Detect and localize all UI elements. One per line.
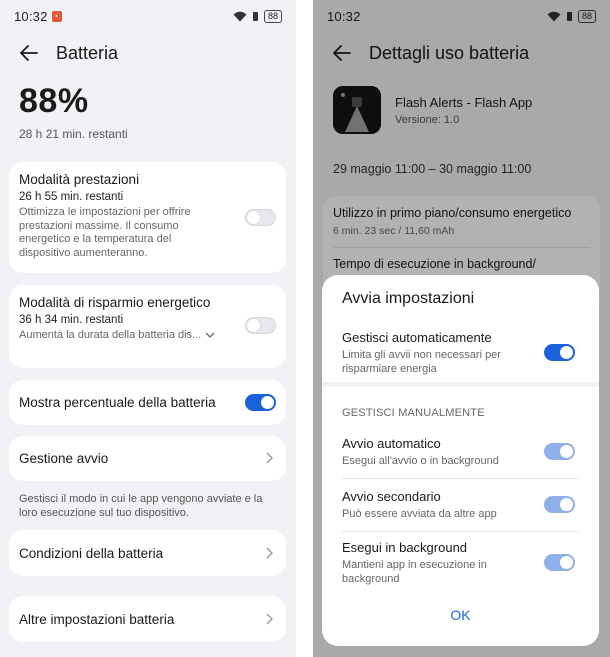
chevron-right-icon	[264, 450, 274, 466]
run-background-desc: Mantieni app in esecuzione in background	[342, 559, 487, 585]
more-battery-settings-card[interactable]: Altre impostazioni batteria	[9, 596, 286, 642]
battery-screen: 10:32 ▪ 88 Batteria 88% 28 h 21 min. res…	[0, 0, 296, 657]
power-saving-title: Modalità di risparmio energetico	[19, 295, 211, 310]
startup-management-card[interactable]: Gestione avvio	[9, 436, 286, 481]
manual-section-header: GESTISCI MANUALMENTE	[342, 407, 485, 419]
power-saving-card[interactable]: Modalità di risparmio energetico 36 h 34…	[9, 285, 286, 368]
remaining-time: 28 h 21 min. restanti	[19, 127, 128, 141]
battery-condition-title: Condizioni della batteria	[19, 546, 164, 561]
power-saving-desc: Aumenta la durata della batteria dis...	[19, 329, 202, 341]
status-bar: 10:32 ▪ 88	[0, 0, 296, 32]
secondary-start-title: Avvio secondario	[342, 489, 441, 504]
auto-manage-desc: Limita gli avvii non necessari per rispa…	[342, 349, 501, 375]
performance-mode-desc: Ottimizza le impostazioni per offrire pr…	[19, 206, 191, 259]
ok-button[interactable]: OK	[322, 607, 599, 623]
performance-mode-title: Modalità prestazioni	[19, 172, 140, 187]
chevron-right-icon	[264, 611, 274, 627]
secondary-start-toggle[interactable]	[544, 496, 575, 513]
startup-management-title: Gestione avvio	[19, 451, 109, 466]
performance-mode-card[interactable]: Modalità prestazioni 26 h 55 min. restan…	[9, 162, 286, 273]
chevron-down-icon[interactable]	[205, 332, 215, 339]
startup-settings-dialog: Avvia impostazioni Gestisci automaticame…	[322, 275, 599, 646]
battery-usage-details-screen: 10:32 88 Dettagli uso batteria Flash Ale…	[313, 0, 610, 657]
back-arrow-icon[interactable]	[18, 42, 40, 64]
wifi-icon	[233, 11, 247, 21]
performance-mode-toggle[interactable]	[245, 209, 276, 226]
run-background-toggle[interactable]	[544, 554, 575, 571]
power-saving-toggle[interactable]	[245, 317, 276, 334]
auto-manage-toggle[interactable]	[544, 344, 575, 361]
battery-indicator: 88	[263, 9, 282, 23]
chevron-right-icon	[264, 545, 274, 561]
secondary-start-desc: Può essere avviata da altre app	[342, 508, 497, 520]
battery-percent: 88%	[19, 82, 89, 120]
dialog-title: Avvia impostazioni	[342, 290, 475, 307]
notification-icon: ▪	[51, 10, 62, 22]
show-percentage-card[interactable]: Mostra percentuale della batteria	[9, 380, 286, 425]
battery-condition-card[interactable]: Condizioni della batteria	[9, 530, 286, 576]
autostart-title: Avvio automatico	[342, 436, 441, 451]
autostart-toggle[interactable]	[544, 443, 575, 460]
autostart-desc: Esegui all'avvio o in background	[342, 455, 499, 467]
signal-icon	[252, 11, 258, 21]
startup-note: Gestisci il modo in cui le app vengono a…	[19, 493, 263, 519]
auto-manage-title: Gestisci automaticamente	[342, 330, 492, 345]
more-battery-settings-title: Altre impostazioni batteria	[19, 612, 175, 627]
show-percentage-title: Mostra percentuale della batteria	[19, 395, 216, 410]
power-saving-time: 36 h 34 min. restanti	[19, 314, 124, 326]
status-time: 10:32	[14, 8, 48, 24]
page-title: Batteria	[56, 42, 119, 63]
show-percentage-toggle[interactable]	[245, 394, 276, 411]
run-background-title: Esegui in background	[342, 540, 468, 555]
performance-mode-time: 26 h 55 min. restanti	[19, 191, 124, 203]
